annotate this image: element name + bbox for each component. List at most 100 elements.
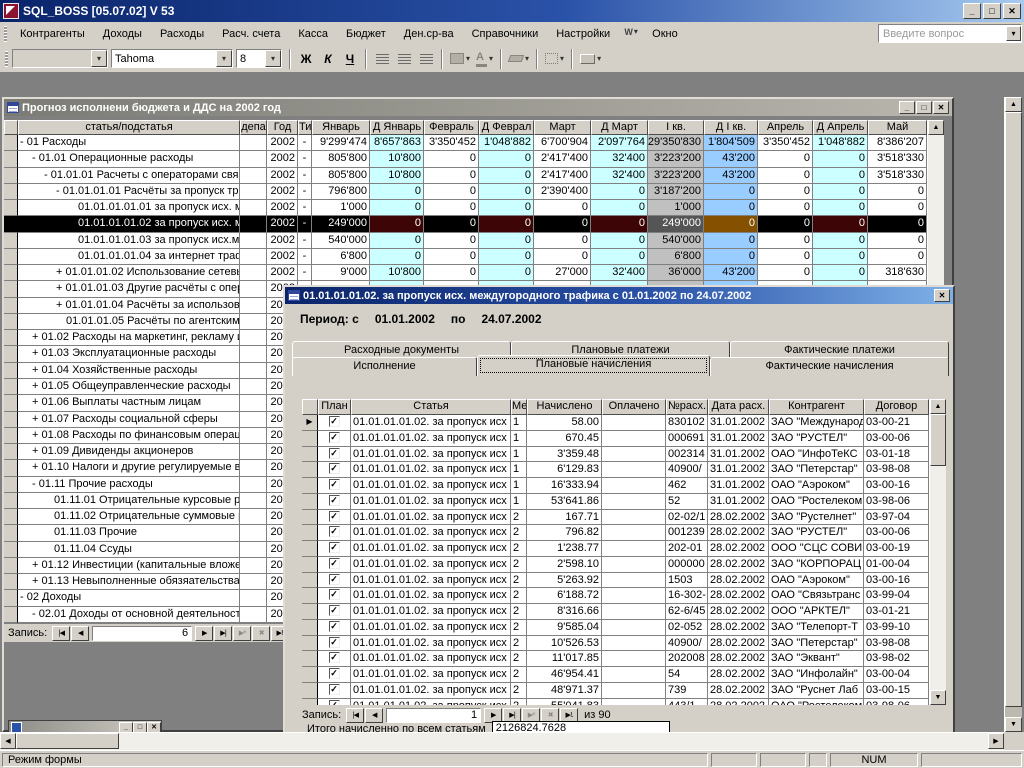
row-selector[interactable] <box>302 683 318 699</box>
font-name-combo[interactable]: Tahoma ▾ <box>111 49 233 68</box>
ask-question-combo[interactable]: Введите вопрос ▾ <box>878 24 1022 43</box>
row-selector[interactable] <box>4 135 18 151</box>
checkbox-checked-icon[interactable]: ✓ <box>329 432 340 443</box>
budget-column-header[interactable]: Январь <box>312 120 370 135</box>
row-selector[interactable] <box>4 460 18 476</box>
scroll-up-icon[interactable]: ▲ <box>1005 97 1022 112</box>
maximize-button[interactable]: □ <box>916 101 932 114</box>
detail-table-row[interactable]: ✓01.01.01.01.02. за пропуск исх2796.8200… <box>302 525 929 541</box>
italic-button[interactable]: К <box>317 49 339 69</box>
checkbox-checked-icon[interactable]: ✓ <box>329 574 340 585</box>
checkbox-checked-icon[interactable]: ✓ <box>329 511 340 522</box>
row-selector[interactable] <box>302 573 318 589</box>
row-selector[interactable] <box>4 281 18 297</box>
menu-item-4[interactable]: Касса <box>289 24 337 44</box>
detail-table-row[interactable]: ✓01.01.01.01.02. за пропуск исх25'263.92… <box>302 573 929 589</box>
row-selector[interactable] <box>4 233 18 249</box>
word-publish-icon[interactable]: W▾ <box>621 24 641 40</box>
checkbox-checked-icon[interactable]: ✓ <box>329 621 340 632</box>
bold-button[interactable]: Ж <box>295 49 317 69</box>
budget-table-row[interactable]: - 01 Расходы2002-9'299'4748'657'8633'350… <box>4 135 927 151</box>
row-selector[interactable] <box>4 363 18 379</box>
checkbox-checked-icon[interactable]: ✓ <box>329 605 340 616</box>
row-selector[interactable] <box>302 588 318 604</box>
detail-table-row[interactable]: ✓01.01.01.01.02. за пропуск исх29'585.04… <box>302 620 929 636</box>
budget-column-header[interactable]: I кв. <box>648 120 704 135</box>
detail-table-row[interactable]: ✓01.01.01.01.02. за пропуск исх248'971.3… <box>302 683 929 699</box>
checkbox-checked-icon[interactable]: ✓ <box>329 495 340 506</box>
detail-column-header[interactable]: Дата расх. <box>708 399 769 415</box>
close-button[interactable]: ✕ <box>1003 3 1021 19</box>
checkbox-checked-icon[interactable]: ✓ <box>329 700 340 706</box>
minimize-button[interactable]: _ <box>899 101 915 114</box>
align-left-button[interactable] <box>371 49 393 69</box>
checkbox-checked-icon[interactable]: ✓ <box>329 416 340 427</box>
row-selector[interactable] <box>302 667 318 683</box>
scroll-right-icon[interactable]: ▶ <box>988 733 1004 749</box>
close-button[interactable]: ✕ <box>933 101 949 114</box>
row-selector[interactable] <box>302 494 318 510</box>
minimize-button[interactable]: _ <box>963 3 981 19</box>
row-selector[interactable] <box>4 574 18 590</box>
line-color-button[interactable]: ▾ <box>506 49 532 69</box>
detail-table-row[interactable]: ✓01.01.01.01.02. за пропуск исх26'188.72… <box>302 588 929 604</box>
detail-table-row[interactable]: ✓01.01.01.01.02. за пропуск исх1670.4500… <box>302 431 929 447</box>
row-selector[interactable] <box>302 699 318 706</box>
border-style-button[interactable]: ▾ <box>542 49 567 69</box>
checkbox-checked-icon[interactable]: ✓ <box>329 542 340 553</box>
row-selector[interactable] <box>4 249 18 265</box>
row-selector[interactable]: ▶ <box>302 415 318 431</box>
horizontal-scrollbar[interactable]: ◀ ▶ <box>0 732 1004 750</box>
detail-column-header[interactable]: Ме <box>511 399 527 415</box>
budget-column-header[interactable]: Май <box>868 120 927 135</box>
budget-table-row[interactable]: + 01.01.01.02 Использование сетевы2002-9… <box>4 265 927 281</box>
detail-column-header[interactable]: Начислено <box>527 399 602 415</box>
align-center-button[interactable] <box>393 49 415 69</box>
budget-table-row[interactable]: - 01.01.01 Расчеты с операторами связи20… <box>4 168 927 184</box>
row-selector[interactable] <box>4 558 18 574</box>
detail-column-header[interactable]: Оплачено <box>602 399 666 415</box>
checkbox-checked-icon[interactable]: ✓ <box>329 479 340 490</box>
row-selector[interactable] <box>4 477 18 493</box>
detail-column-header[interactable]: Статья <box>351 399 511 415</box>
scroll-down-icon[interactable]: ▼ <box>930 690 946 705</box>
budget-table-row[interactable]: - 01.01 Операционные расходы2002-805'800… <box>4 151 927 167</box>
detail-table-row[interactable]: ✓01.01.01.01.02. за пропуск исх16'129.83… <box>302 462 929 478</box>
row-selector[interactable] <box>302 510 318 526</box>
chevron-down-icon[interactable]: ▾ <box>91 50 107 67</box>
detail-table-row[interactable]: ✓01.01.01.01.02. за пропуск исх246'954.4… <box>302 667 929 683</box>
detail-table-row[interactable]: ✓01.01.01.01.02. за пропуск исх255'041.8… <box>302 699 929 706</box>
menu-item-6[interactable]: Ден.ср-ва <box>395 24 463 44</box>
checkbox-checked-icon[interactable]: ✓ <box>329 589 340 600</box>
row-selector[interactable] <box>302 525 318 541</box>
budget-column-header[interactable]: статья/подстатья <box>18 120 240 135</box>
row-selector[interactable] <box>302 447 318 463</box>
detail-table-row[interactable]: ▶✓01.01.01.01.02. за пропуск исх158.0083… <box>302 415 929 431</box>
detail-table-row[interactable]: ✓01.01.01.01.02. за пропуск исх153'641.8… <box>302 494 929 510</box>
checkbox-checked-icon[interactable]: ✓ <box>329 652 340 663</box>
fill-color-button[interactable]: ▾ <box>447 49 473 69</box>
chevron-down-icon[interactable]: ▾ <box>216 50 232 67</box>
checkbox-checked-icon[interactable]: ✓ <box>329 668 340 679</box>
detail-column-header[interactable]: №расх. <box>666 399 708 415</box>
budget-table-row[interactable]: 01.01.01.01.04 за интернет трафи2002-6'8… <box>4 249 927 265</box>
detail-table-scrollbar[interactable]: ▲ ▼ <box>929 399 946 705</box>
font-size-combo[interactable]: 8 ▾ <box>236 49 282 68</box>
next-record-button[interactable]: ▶ <box>195 626 213 641</box>
budget-column-header[interactable]: Д Январь <box>370 120 424 135</box>
row-selector[interactable] <box>4 428 18 444</box>
menu-item-8[interactable]: Настройки <box>547 24 619 44</box>
budget-column-header[interactable]: Д Март <box>591 120 648 135</box>
vertical-scrollbar[interactable]: ▲ ▼ <box>1004 97 1022 732</box>
budget-column-header[interactable]: Д Феврал <box>479 120 534 135</box>
row-selector[interactable] <box>4 151 18 167</box>
row-selector[interactable] <box>4 509 18 525</box>
row-selector[interactable] <box>4 184 18 200</box>
menu-item-3[interactable]: Расч. счета <box>213 24 289 44</box>
detail-table-row[interactable]: ✓01.01.01.01.02. за пропуск исх210'526.5… <box>302 636 929 652</box>
budget-table-row[interactable]: 01.01.01.01.01 за пропуск исх. ме2002-1'… <box>4 200 927 216</box>
cancel-icon[interactable]: ✖ <box>252 626 270 641</box>
row-selector[interactable] <box>4 590 18 606</box>
menu-item-0[interactable]: Контрагенты <box>11 24 94 44</box>
budget-table-row[interactable]: - 01.01.01.01 Расчёты за пропуск тра2002… <box>4 184 927 200</box>
